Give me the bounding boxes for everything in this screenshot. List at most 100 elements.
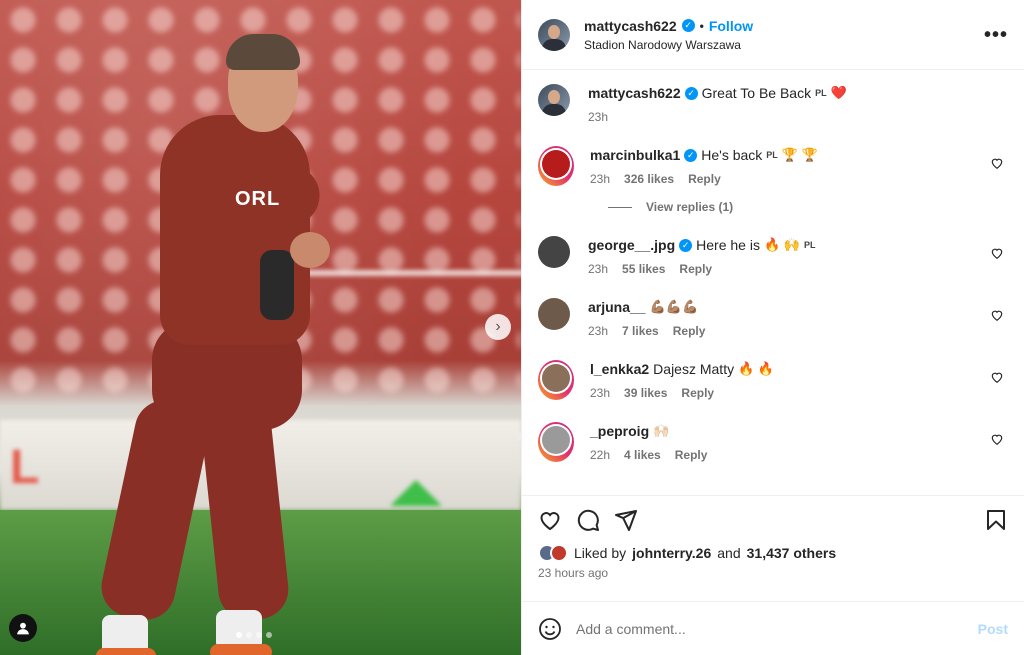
verified-badge-icon: ✓ xyxy=(684,86,698,100)
more-options-icon[interactable]: ••• xyxy=(984,24,1008,47)
tagged-users-button[interactable] xyxy=(9,614,37,642)
heart-icon[interactable] xyxy=(990,370,1004,384)
author-avatar[interactable] xyxy=(538,84,570,116)
comment-item: arjuna__ 💪🏽💪🏽💪🏽 23h 7 likes Reply xyxy=(538,298,1008,338)
shirt-sponsor-text: ORL xyxy=(235,188,281,210)
author-username[interactable]: mattycash622 xyxy=(584,18,677,34)
comment-likes[interactable]: 326 likes xyxy=(624,172,674,186)
comments-list[interactable]: mattycash622 ✓ Great To Be Back PL ❤️ 23… xyxy=(522,70,1024,495)
save-button[interactable] xyxy=(984,508,1008,532)
liker-avatars[interactable] xyxy=(538,544,568,562)
reply-button[interactable]: Reply xyxy=(679,262,712,276)
comment-time[interactable]: 23h xyxy=(588,262,608,276)
comment-meta: 23h 55 likes Reply xyxy=(588,262,1008,276)
comment-time[interactable]: 23h xyxy=(590,386,610,400)
reply-button[interactable]: Reply xyxy=(673,324,706,338)
fire-emoji: 🔥 🔥 xyxy=(738,361,775,376)
comment-username[interactable]: l_enkka2 xyxy=(590,360,649,378)
user-icon xyxy=(17,622,29,635)
comment-time[interactable]: 23h xyxy=(590,172,610,186)
commenter-avatar[interactable] xyxy=(542,150,570,178)
trophy-emoji: 🏆 🏆 xyxy=(781,147,818,162)
comment-username[interactable]: arjuna__ xyxy=(588,298,646,316)
comment-button[interactable] xyxy=(576,508,600,532)
reply-button[interactable]: Reply xyxy=(681,386,714,400)
comment-body: _peproig 🙌🏻 22h 4 likes Reply xyxy=(590,422,1008,462)
story-ring[interactable] xyxy=(538,146,574,186)
comment-body: marcinbulka1 ✓ He's back PL 🏆 🏆 23h 326 … xyxy=(590,146,1008,186)
instagram-post-modal: L ORL › mattycash622 ✓ • Follow Stadion … xyxy=(0,0,1024,655)
post-header: mattycash622 ✓ • Follow Stadion Narodowy… xyxy=(522,0,1024,70)
comment-likes[interactable]: 55 likes xyxy=(622,262,665,276)
comment-username[interactable]: george__.jpg xyxy=(588,236,675,254)
carousel-next-button[interactable]: › xyxy=(485,314,511,340)
comment-time[interactable]: 23h xyxy=(588,324,608,338)
like-button[interactable] xyxy=(538,508,562,532)
comment-meta: 23h 39 likes Reply xyxy=(590,386,1008,400)
carousel-dot xyxy=(256,632,262,638)
player-hair xyxy=(226,34,300,70)
caption-username[interactable]: mattycash622 xyxy=(588,84,681,102)
comment-likes[interactable]: 7 likes xyxy=(622,324,659,338)
commenter-avatar[interactable] xyxy=(538,236,570,268)
comment-meta: 22h 4 likes Reply xyxy=(590,448,1008,462)
caption-body: mattycash622 ✓ Great To Be Back PL ❤️ 23… xyxy=(588,84,1008,124)
smiley-icon xyxy=(539,617,561,640)
reply-button[interactable]: Reply xyxy=(675,448,708,462)
avatar-face xyxy=(548,90,560,104)
comment-line: l_enkka2 Dajesz Matty 🔥 🔥 xyxy=(590,360,1008,378)
story-ring[interactable] xyxy=(538,422,574,462)
commenter-avatar[interactable] xyxy=(542,426,570,454)
verified-badge-icon: ✓ xyxy=(684,148,698,162)
ad-triangle xyxy=(390,480,442,506)
view-replies-button[interactable]: View replies (1) xyxy=(608,200,1008,214)
comment-text: Here he is xyxy=(696,237,760,253)
emoji-button[interactable] xyxy=(538,617,562,641)
comment-username[interactable]: marcinbulka1 xyxy=(590,146,680,164)
carousel-dot xyxy=(266,632,272,638)
story-ring-inner xyxy=(540,424,572,456)
heart-icon[interactable] xyxy=(990,156,1004,170)
share-button[interactable] xyxy=(614,508,638,532)
liked-by-line: Liked by johnterry.26 and 31,437 others xyxy=(538,544,1008,562)
carousel-dot xyxy=(236,632,242,638)
comment-username[interactable]: _peproig xyxy=(590,422,649,440)
comment-text: He's back xyxy=(701,147,763,163)
post-comment-button[interactable]: Post xyxy=(978,621,1008,637)
author-avatar[interactable] xyxy=(538,18,570,51)
caption-line: mattycash622 ✓ Great To Be Back PL ❤️ xyxy=(588,84,1008,102)
author-line: mattycash622 ✓ • Follow xyxy=(584,18,753,34)
player-glove xyxy=(260,250,294,320)
story-ring[interactable] xyxy=(538,360,574,400)
chevron-right-icon: › xyxy=(495,318,501,335)
fire-raised-hands-emoji: 🔥 🙌 xyxy=(763,237,800,252)
comment-likes[interactable]: 4 likes xyxy=(624,448,661,462)
comment-meta: 23h 326 likes Reply xyxy=(590,172,1008,186)
comment-input[interactable] xyxy=(576,620,964,637)
heart-icon[interactable] xyxy=(990,246,1004,260)
commenter-avatar[interactable] xyxy=(542,364,570,392)
reply-button[interactable]: Reply xyxy=(688,172,721,186)
commenter-avatar[interactable] xyxy=(538,298,570,330)
carousel-dot xyxy=(246,632,252,638)
comment-likes[interactable]: 39 likes xyxy=(624,386,667,400)
liked-by-middle: and xyxy=(717,545,741,561)
heart-icon[interactable] xyxy=(990,432,1004,446)
comment-line: _peproig 🙌🏻 xyxy=(590,422,1008,440)
comment-item: george__.jpg ✓ Here he is 🔥 🙌 PL 23h 55 … xyxy=(538,236,1008,276)
liked-by-others[interactable]: 31,437 others xyxy=(747,545,837,561)
post-time[interactable]: 23 hours ago xyxy=(538,566,1008,580)
comment-meta: 23h 7 likes Reply xyxy=(588,324,1008,338)
separator-bullet: • xyxy=(699,18,704,33)
liked-by-user[interactable]: johnterry.26 xyxy=(632,545,711,561)
follow-button[interactable]: Follow xyxy=(709,18,753,34)
caption-text: Great To Be Back xyxy=(701,85,812,101)
action-bar xyxy=(538,508,1008,532)
post-location[interactable]: Stadion Narodowy Warszawa xyxy=(584,38,753,52)
raised-hands-emoji: 🙌🏻 xyxy=(653,423,670,438)
post-photo[interactable]: L ORL › xyxy=(0,0,521,655)
caption-time[interactable]: 23h xyxy=(588,110,608,124)
ad-board-letter: L xyxy=(10,441,40,494)
heart-icon[interactable] xyxy=(990,308,1004,322)
comment-time[interactable]: 22h xyxy=(590,448,610,462)
